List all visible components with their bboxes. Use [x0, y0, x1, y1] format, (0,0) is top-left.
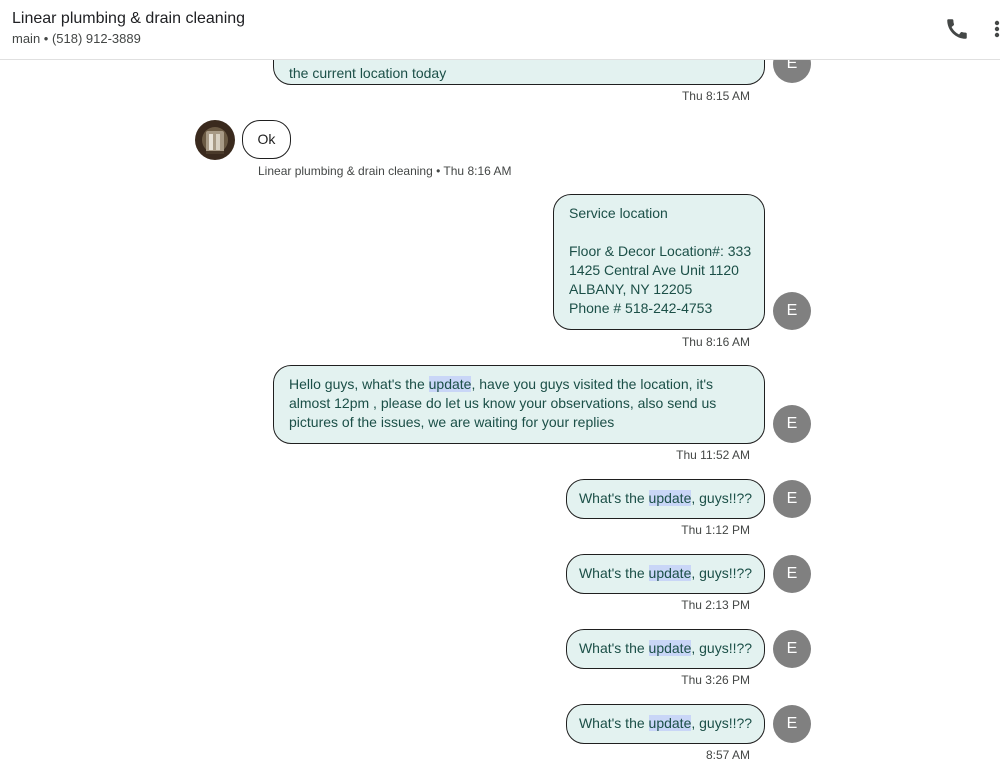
outgoing-message[interactable]: the current location today — [273, 60, 765, 85]
contact-number: main • (518) 912-3889 — [12, 31, 141, 46]
message-line: Phone # 518-242-4753 — [569, 300, 713, 316]
more-options-button[interactable] — [990, 16, 1000, 42]
contact-photo-icon — [195, 120, 235, 160]
sender-avatar: E — [773, 630, 811, 668]
message-timestamp: Thu 2:13 PM — [681, 598, 750, 612]
message-text: What's the update, guys!!?? — [578, 565, 753, 581]
search-highlight: update — [648, 640, 692, 656]
message-timestamp: Thu 8:15 AM — [681, 89, 750, 103]
search-highlight: update — [648, 565, 692, 581]
sender-avatar: E — [773, 292, 811, 330]
outgoing-message[interactable]: Hello guys, what's the update, have you … — [273, 365, 765, 444]
message-line: Floor & Decor Location#: 333 — [569, 243, 752, 259]
message-sender-meta: Linear plumbing & drain cleaning • Thu 8… — [258, 164, 512, 178]
message-line — [569, 223, 749, 242]
call-button[interactable] — [944, 16, 970, 42]
more-vert-icon — [994, 20, 1000, 38]
message-line: pictures of the issues, we are waiting f… — [289, 414, 615, 430]
message-line: 1425 Central Ave Unit 1120 — [569, 262, 739, 278]
search-highlight: update — [428, 376, 472, 392]
message-text: What's the update, guys!!?? — [578, 490, 753, 506]
incoming-message[interactable]: Ok — [242, 120, 291, 159]
message-timestamp: Thu 3:26 PM — [681, 673, 750, 687]
search-highlight: update — [648, 715, 692, 731]
message-text: What's the update, guys!!?? — [578, 640, 753, 656]
message-text: What's the update, guys!!?? — [578, 715, 753, 731]
sender-avatar: E — [773, 705, 811, 743]
sender-avatar: E — [773, 405, 811, 443]
message-text: the current location today — [289, 65, 447, 81]
contact-avatar — [195, 120, 235, 160]
message-timestamp: Thu 1:12 PM — [681, 523, 750, 537]
sender-avatar: E — [773, 555, 811, 593]
outgoing-message[interactable]: What's the update, guys!!?? — [566, 479, 765, 519]
conversation-header: Linear plumbing & drain cleaning main • … — [0, 0, 1000, 60]
message-timestamp: Thu 8:16 AM — [681, 335, 750, 349]
message-line: ALBANY, NY 12205 — [569, 281, 693, 297]
message-timestamp: 8:57 AM — [705, 748, 750, 762]
contact-name: Linear plumbing & drain cleaning — [12, 10, 246, 27]
message-thread[interactable]: the current location today E Thu 8:15 AM… — [0, 60, 1000, 774]
outgoing-message[interactable]: What's the update, guys!!?? — [566, 554, 765, 594]
outgoing-message[interactable]: Service location Floor & Decor Location#… — [553, 194, 765, 330]
message-line: Hello guys, what's the update, have you … — [289, 376, 714, 392]
search-highlight: update — [648, 490, 692, 506]
outgoing-message[interactable]: What's the update, guys!!?? — [566, 629, 765, 669]
message-line: almost 12pm , please do let us know your… — [289, 395, 717, 411]
sender-avatar: E — [773, 60, 811, 83]
sender-avatar: E — [773, 480, 811, 518]
phone-icon — [947, 19, 967, 39]
message-timestamp: Thu 11:52 AM — [676, 448, 750, 462]
outgoing-message[interactable]: What's the update, guys!!?? — [566, 704, 765, 744]
message-line: Service location — [569, 205, 668, 221]
message-text: Ok — [257, 131, 276, 147]
